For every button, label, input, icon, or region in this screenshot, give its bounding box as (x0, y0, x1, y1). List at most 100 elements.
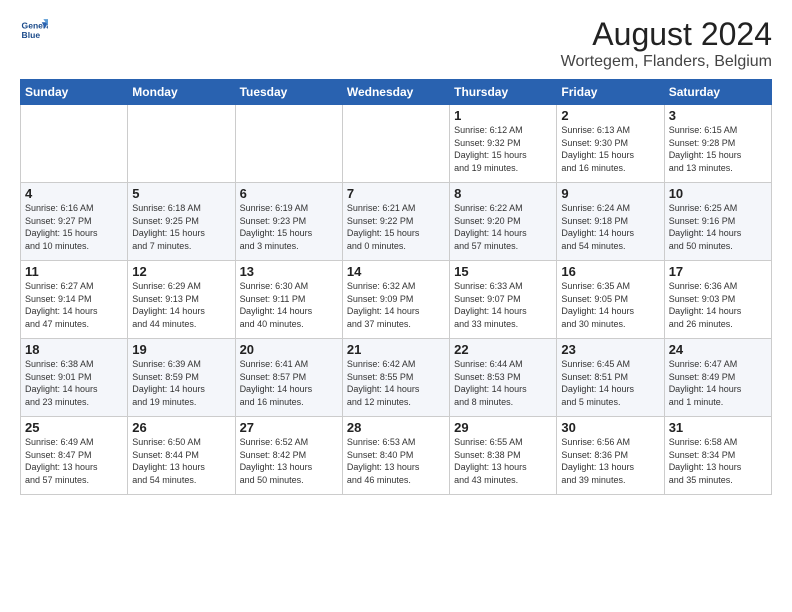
calendar-cell-2-6: 9Sunrise: 6:24 AM Sunset: 9:18 PM Daylig… (557, 183, 664, 261)
day-info: Sunrise: 6:25 AM Sunset: 9:16 PM Dayligh… (669, 202, 767, 252)
day-number: 13 (240, 264, 338, 279)
logo-icon: General Blue (20, 16, 48, 44)
calendar-cell-5-6: 30Sunrise: 6:56 AM Sunset: 8:36 PM Dayli… (557, 417, 664, 495)
day-number: 17 (669, 264, 767, 279)
day-number: 23 (561, 342, 659, 357)
day-info: Sunrise: 6:12 AM Sunset: 9:32 PM Dayligh… (454, 124, 552, 174)
header-saturday: Saturday (664, 80, 771, 105)
day-info: Sunrise: 6:52 AM Sunset: 8:42 PM Dayligh… (240, 436, 338, 486)
day-info: Sunrise: 6:39 AM Sunset: 8:59 PM Dayligh… (132, 358, 230, 408)
calendar-cell-4-4: 21Sunrise: 6:42 AM Sunset: 8:55 PM Dayli… (342, 339, 449, 417)
calendar-cell-3-3: 13Sunrise: 6:30 AM Sunset: 9:11 PM Dayli… (235, 261, 342, 339)
calendar-cell-2-7: 10Sunrise: 6:25 AM Sunset: 9:16 PM Dayli… (664, 183, 771, 261)
page: General Blue August 2024 Wortegem, Fland… (0, 0, 792, 612)
calendar-cell-2-5: 8Sunrise: 6:22 AM Sunset: 9:20 PM Daylig… (450, 183, 557, 261)
day-number: 5 (132, 186, 230, 201)
day-info: Sunrise: 6:19 AM Sunset: 9:23 PM Dayligh… (240, 202, 338, 252)
day-number: 7 (347, 186, 445, 201)
day-number: 6 (240, 186, 338, 201)
calendar-week-1: 1Sunrise: 6:12 AM Sunset: 9:32 PM Daylig… (21, 105, 772, 183)
day-number: 1 (454, 108, 552, 123)
day-info: Sunrise: 6:15 AM Sunset: 9:28 PM Dayligh… (669, 124, 767, 174)
calendar-cell-4-1: 18Sunrise: 6:38 AM Sunset: 9:01 PM Dayli… (21, 339, 128, 417)
day-number: 30 (561, 420, 659, 435)
day-info: Sunrise: 6:18 AM Sunset: 9:25 PM Dayligh… (132, 202, 230, 252)
header-thursday: Thursday (450, 80, 557, 105)
day-info: Sunrise: 6:27 AM Sunset: 9:14 PM Dayligh… (25, 280, 123, 330)
day-number: 31 (669, 420, 767, 435)
day-info: Sunrise: 6:56 AM Sunset: 8:36 PM Dayligh… (561, 436, 659, 486)
calendar-cell-5-1: 25Sunrise: 6:49 AM Sunset: 8:47 PM Dayli… (21, 417, 128, 495)
day-info: Sunrise: 6:49 AM Sunset: 8:47 PM Dayligh… (25, 436, 123, 486)
day-number: 26 (132, 420, 230, 435)
calendar-cell-1-3 (235, 105, 342, 183)
calendar-cell-1-2 (128, 105, 235, 183)
day-number: 9 (561, 186, 659, 201)
calendar-cell-1-4 (342, 105, 449, 183)
day-info: Sunrise: 6:24 AM Sunset: 9:18 PM Dayligh… (561, 202, 659, 252)
calendar-week-2: 4Sunrise: 6:16 AM Sunset: 9:27 PM Daylig… (21, 183, 772, 261)
calendar-week-4: 18Sunrise: 6:38 AM Sunset: 9:01 PM Dayli… (21, 339, 772, 417)
logo: General Blue (20, 16, 52, 44)
subtitle: Wortegem, Flanders, Belgium (561, 53, 772, 71)
calendar-cell-3-1: 11Sunrise: 6:27 AM Sunset: 9:14 PM Dayli… (21, 261, 128, 339)
header-tuesday: Tuesday (235, 80, 342, 105)
calendar-cell-3-2: 12Sunrise: 6:29 AM Sunset: 9:13 PM Dayli… (128, 261, 235, 339)
calendar-cell-4-7: 24Sunrise: 6:47 AM Sunset: 8:49 PM Dayli… (664, 339, 771, 417)
day-number: 29 (454, 420, 552, 435)
day-number: 15 (454, 264, 552, 279)
day-info: Sunrise: 6:33 AM Sunset: 9:07 PM Dayligh… (454, 280, 552, 330)
day-info: Sunrise: 6:44 AM Sunset: 8:53 PM Dayligh… (454, 358, 552, 408)
calendar-cell-1-5: 1Sunrise: 6:12 AM Sunset: 9:32 PM Daylig… (450, 105, 557, 183)
calendar-cell-4-5: 22Sunrise: 6:44 AM Sunset: 8:53 PM Dayli… (450, 339, 557, 417)
day-info: Sunrise: 6:29 AM Sunset: 9:13 PM Dayligh… (132, 280, 230, 330)
header-friday: Friday (557, 80, 664, 105)
calendar-cell-5-2: 26Sunrise: 6:50 AM Sunset: 8:44 PM Dayli… (128, 417, 235, 495)
day-number: 19 (132, 342, 230, 357)
calendar-cell-4-6: 23Sunrise: 6:45 AM Sunset: 8:51 PM Dayli… (557, 339, 664, 417)
day-number: 24 (669, 342, 767, 357)
day-info: Sunrise: 6:35 AM Sunset: 9:05 PM Dayligh… (561, 280, 659, 330)
header: General Blue August 2024 Wortegem, Fland… (20, 16, 772, 71)
day-number: 16 (561, 264, 659, 279)
day-info: Sunrise: 6:16 AM Sunset: 9:27 PM Dayligh… (25, 202, 123, 252)
calendar-cell-2-4: 7Sunrise: 6:21 AM Sunset: 9:22 PM Daylig… (342, 183, 449, 261)
calendar-cell-1-6: 2Sunrise: 6:13 AM Sunset: 9:30 PM Daylig… (557, 105, 664, 183)
calendar-cell-5-7: 31Sunrise: 6:58 AM Sunset: 8:34 PM Dayli… (664, 417, 771, 495)
day-info: Sunrise: 6:53 AM Sunset: 8:40 PM Dayligh… (347, 436, 445, 486)
day-info: Sunrise: 6:41 AM Sunset: 8:57 PM Dayligh… (240, 358, 338, 408)
calendar-cell-5-4: 28Sunrise: 6:53 AM Sunset: 8:40 PM Dayli… (342, 417, 449, 495)
calendar-table: Sunday Monday Tuesday Wednesday Thursday… (20, 79, 772, 495)
day-number: 2 (561, 108, 659, 123)
header-monday: Monday (128, 80, 235, 105)
calendar-cell-5-3: 27Sunrise: 6:52 AM Sunset: 8:42 PM Dayli… (235, 417, 342, 495)
day-number: 25 (25, 420, 123, 435)
calendar-cell-3-6: 16Sunrise: 6:35 AM Sunset: 9:05 PM Dayli… (557, 261, 664, 339)
day-info: Sunrise: 6:13 AM Sunset: 9:30 PM Dayligh… (561, 124, 659, 174)
day-number: 3 (669, 108, 767, 123)
day-number: 14 (347, 264, 445, 279)
calendar-cell-4-3: 20Sunrise: 6:41 AM Sunset: 8:57 PM Dayli… (235, 339, 342, 417)
day-info: Sunrise: 6:42 AM Sunset: 8:55 PM Dayligh… (347, 358, 445, 408)
day-info: Sunrise: 6:45 AM Sunset: 8:51 PM Dayligh… (561, 358, 659, 408)
day-number: 22 (454, 342, 552, 357)
calendar-cell-5-5: 29Sunrise: 6:55 AM Sunset: 8:38 PM Dayli… (450, 417, 557, 495)
day-info: Sunrise: 6:50 AM Sunset: 8:44 PM Dayligh… (132, 436, 230, 486)
title-block: August 2024 Wortegem, Flanders, Belgium (561, 16, 772, 71)
calendar-cell-1-1 (21, 105, 128, 183)
day-info: Sunrise: 6:32 AM Sunset: 9:09 PM Dayligh… (347, 280, 445, 330)
svg-text:Blue: Blue (22, 30, 41, 40)
calendar-cell-2-2: 5Sunrise: 6:18 AM Sunset: 9:25 PM Daylig… (128, 183, 235, 261)
day-number: 28 (347, 420, 445, 435)
day-number: 8 (454, 186, 552, 201)
calendar-cell-1-7: 3Sunrise: 6:15 AM Sunset: 9:28 PM Daylig… (664, 105, 771, 183)
day-info: Sunrise: 6:38 AM Sunset: 9:01 PM Dayligh… (25, 358, 123, 408)
day-info: Sunrise: 6:36 AM Sunset: 9:03 PM Dayligh… (669, 280, 767, 330)
calendar-cell-3-7: 17Sunrise: 6:36 AM Sunset: 9:03 PM Dayli… (664, 261, 771, 339)
day-info: Sunrise: 6:55 AM Sunset: 8:38 PM Dayligh… (454, 436, 552, 486)
day-info: Sunrise: 6:30 AM Sunset: 9:11 PM Dayligh… (240, 280, 338, 330)
day-info: Sunrise: 6:58 AM Sunset: 8:34 PM Dayligh… (669, 436, 767, 486)
calendar-week-5: 25Sunrise: 6:49 AM Sunset: 8:47 PM Dayli… (21, 417, 772, 495)
calendar-cell-3-5: 15Sunrise: 6:33 AM Sunset: 9:07 PM Dayli… (450, 261, 557, 339)
calendar-cell-3-4: 14Sunrise: 6:32 AM Sunset: 9:09 PM Dayli… (342, 261, 449, 339)
